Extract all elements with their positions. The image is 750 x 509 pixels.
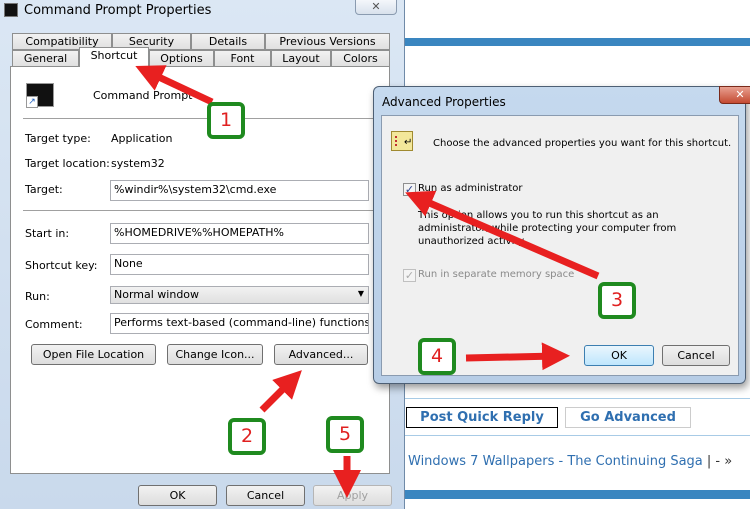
callout-2: 2 xyxy=(228,418,266,455)
arrow-4 xyxy=(465,342,570,371)
callout-1: 1 xyxy=(207,102,245,139)
callout-5: 5 xyxy=(326,416,364,453)
callout-3: 3 xyxy=(598,282,636,319)
arrow-1 xyxy=(135,65,214,106)
annotation-arrows xyxy=(135,65,600,498)
arrow-3 xyxy=(405,190,600,280)
callout-4: 4 xyxy=(418,338,456,375)
arrow-2 xyxy=(259,370,302,413)
